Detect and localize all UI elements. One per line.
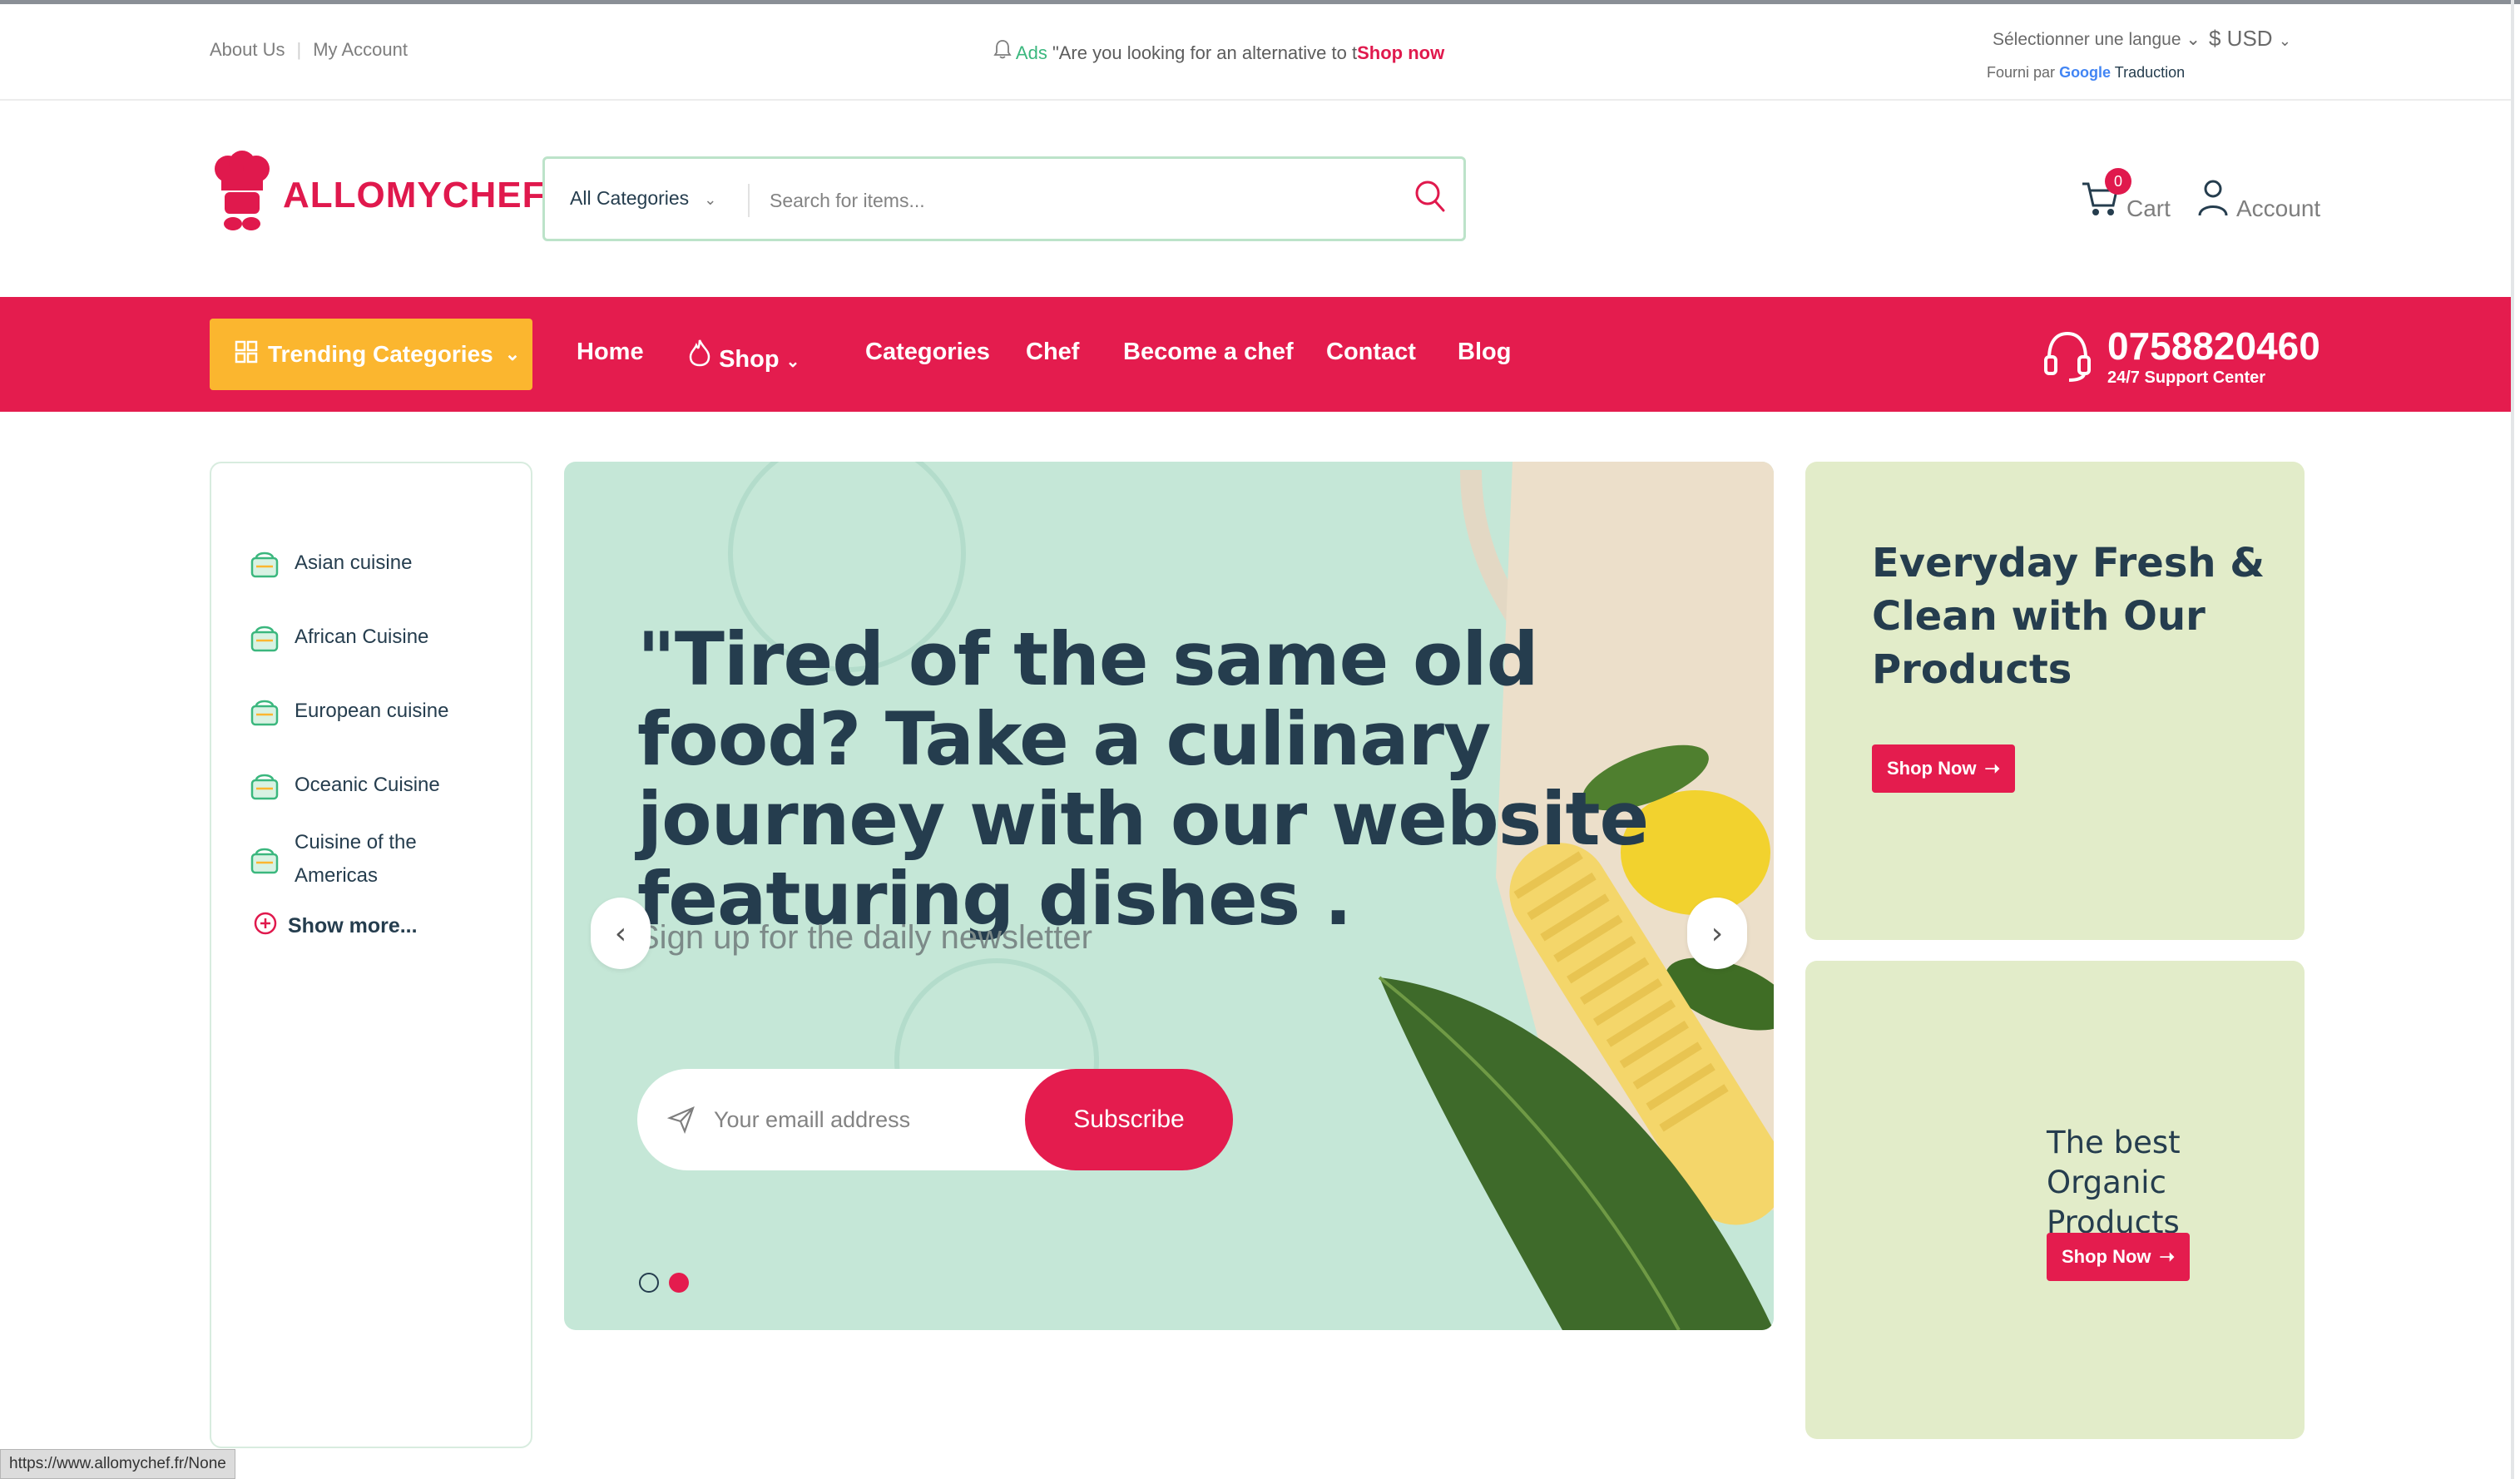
promo-card-organic: The best Organic Products Online Shop No…: [1805, 961, 2305, 1439]
nav-chef[interactable]: Chef: [1026, 339, 1079, 366]
category-sidebar: Asian cuisine African Cuisine European c…: [210, 462, 532, 1448]
chevron-down-icon: ⌄: [2186, 30, 2201, 49]
send-icon: [666, 1106, 696, 1137]
arrow-right-icon: ➝: [2159, 1246, 2175, 1267]
ads-shop-now-link[interactable]: Shop now: [1357, 42, 1444, 63]
slider-next-button[interactable]: ›: [1687, 898, 1747, 969]
logo-text: ALLOMYCHEF: [283, 175, 546, 215]
ads-text: "Are you looking for an alternative to t: [1052, 42, 1358, 63]
arrow-right-icon: ➝: [1984, 758, 2000, 779]
slider-dot-1[interactable]: [639, 1273, 659, 1293]
sidebar-item-european-cuisine[interactable]: European cuisine: [250, 695, 448, 728]
translate-link[interactable]: Traduction: [2115, 64, 2185, 81]
support-phone[interactable]: 0758820460: [2107, 324, 2320, 369]
category-select[interactable]: All Categories ⌄: [570, 187, 716, 210]
slider-prev-button[interactable]: ‹: [591, 898, 651, 969]
plus-circle-icon: [253, 911, 278, 942]
cart-label: Cart: [2126, 195, 2171, 221]
search-input[interactable]: [768, 177, 1375, 224]
chevron-right-icon: ›: [1711, 916, 1724, 951]
search-icon[interactable]: [1413, 179, 1447, 219]
chevron-down-icon: ⌄: [504, 344, 521, 364]
food-basket-icon: [250, 695, 280, 726]
window-scrollbar-edge: [2511, 0, 2514, 1479]
sidebar-item-cuisine-of-the-americas[interactable]: Cuisine of the Americas: [250, 826, 444, 893]
search-divider: [748, 184, 750, 217]
account-button[interactable]: Account: [2196, 175, 2320, 225]
google-translate-credit: Fourni par Google Traduction: [1987, 64, 2186, 81]
chevron-down-icon: ⌄: [785, 353, 800, 371]
hero-title: "Tired of the same old food? Take a culi…: [637, 616, 1649, 942]
subscribe-button[interactable]: Subscribe: [1025, 1069, 1233, 1170]
sidebar-item-oceanic-cuisine[interactable]: Oceanic Cuisine: [250, 769, 440, 802]
food-basket-icon: [250, 843, 280, 874]
slider-dot-2-active[interactable]: [669, 1273, 689, 1293]
currency-select[interactable]: $ USD ⌄: [2209, 26, 2291, 52]
site-logo[interactable]: ALLOMYCHEF: [210, 150, 546, 241]
bell-icon: [993, 40, 1016, 63]
search-bar: All Categories ⌄: [542, 156, 1466, 241]
language-select[interactable]: Sélectionner une langue ⌄: [1993, 29, 2201, 50]
cart-button[interactable]: 0 Cart: [2080, 168, 2171, 225]
flame-icon: [687, 339, 719, 373]
food-basket-icon: [250, 769, 280, 800]
hero-subtitle: Sign up for the daily newsletter: [637, 919, 1092, 956]
show-more-button[interactable]: Show more...: [253, 911, 418, 942]
my-account-link[interactable]: My Account: [313, 39, 408, 60]
ads-label: Ads: [1015, 42, 1047, 63]
chevron-down-icon: ⌄: [2278, 32, 2291, 49]
nav-shop[interactable]: Shop ⌄: [687, 339, 800, 373]
about-us-link[interactable]: About Us: [210, 39, 285, 60]
hero-slider: "Tired of the same old food? Take a culi…: [564, 462, 1774, 1330]
newsletter-form: Subscribe: [637, 1069, 1233, 1170]
sidebar-item-asian-cuisine[interactable]: Asian cuisine: [250, 547, 412, 580]
nav-home[interactable]: Home: [577, 339, 644, 366]
promo-card-fresh: Everyday Fresh & Clean with Our Products…: [1805, 462, 2305, 940]
sidebar-item-african-cuisine[interactable]: African Cuisine: [250, 621, 428, 654]
slider-pagination: [639, 1273, 699, 1293]
google-logo: Google: [2059, 64, 2112, 81]
nav-blog[interactable]: Blog: [1458, 339, 1511, 366]
nav-become-a-chef[interactable]: Become a chef: [1123, 339, 1294, 366]
link-separator: |: [296, 39, 302, 60]
promo-title: Everyday Fresh & Clean with Our Products: [1872, 540, 2265, 693]
food-basket-icon: [250, 621, 280, 652]
support-contact: 0758820460 24/7 Support Center: [2042, 320, 2342, 395]
support-caption: 24/7 Support Center: [2107, 369, 2266, 387]
ads-ticker: Ads "Are you looking for an alternative …: [993, 39, 1444, 64]
headset-icon: [2042, 329, 2092, 387]
shop-now-button[interactable]: Shop Now ➝: [2047, 1233, 2190, 1281]
browser-status-url: https://www.allomychef.fr/None: [0, 1449, 235, 1479]
nav-categories[interactable]: Categories: [865, 339, 990, 366]
chevron-down-icon: ⌄: [704, 191, 717, 208]
email-input[interactable]: [712, 1094, 1028, 1145]
account-label: Account: [2236, 195, 2321, 221]
user-icon: [2196, 177, 2230, 222]
shop-now-button[interactable]: Shop Now ➝: [1872, 744, 2015, 793]
chef-hat-logo-icon: [210, 151, 275, 240]
main-nav-bar: Trending Categories ⌄ Home Shop ⌄ Catego…: [0, 297, 2511, 412]
cart-count-badge: 0: [2105, 168, 2131, 195]
nav-contact[interactable]: Contact: [1326, 339, 1416, 366]
top-utility-bar: About Us | My Account Ads "Are you looking…: [0, 4, 2511, 101]
chevron-left-icon: ‹: [614, 916, 627, 951]
food-basket-icon: [250, 547, 280, 578]
trending-categories-button[interactable]: Trending Categories ⌄: [210, 319, 532, 390]
grid-icon: [235, 340, 258, 369]
top-links: About Us | My Account: [210, 39, 408, 61]
